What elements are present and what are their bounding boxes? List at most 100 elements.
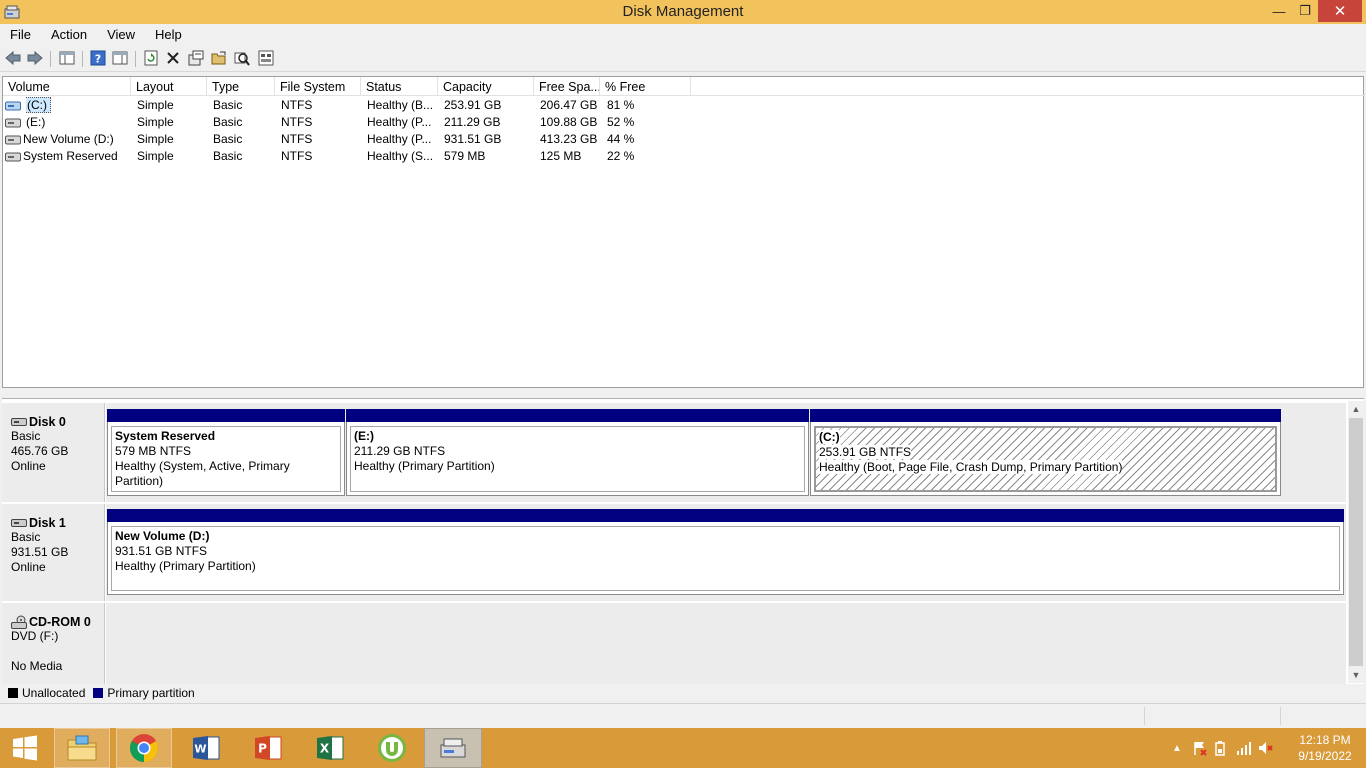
taskbar-file-explorer[interactable] — [54, 728, 110, 768]
column-header-percent-free[interactable]: % Free — [600, 77, 691, 96]
partition-size: 579 MB NTFS — [115, 444, 192, 458]
status-cell: Healthy (P... — [367, 132, 432, 146]
unallocated-swatch — [8, 688, 18, 698]
action-center-flag-icon[interactable] — [1192, 740, 1208, 756]
table-row[interactable]: (E:) Simple Basic NTFS Healthy (P... 211… — [3, 114, 703, 131]
free-space-cell: 413.23 GB — [540, 132, 598, 146]
forward-icon[interactable] — [26, 49, 44, 67]
taskbar-word[interactable]: W — [178, 728, 234, 768]
menu-view[interactable]: View — [97, 27, 145, 42]
help-icon[interactable]: ? — [89, 49, 107, 67]
maximize-button[interactable]: ❐ — [1290, 0, 1320, 22]
powerpoint-icon: P — [255, 736, 282, 760]
file-system-cell: NTFS — [281, 115, 313, 129]
taskbar-powerpoint[interactable]: P — [240, 728, 296, 768]
close-button[interactable]: ✕ — [1318, 0, 1362, 22]
disk-management-icon — [440, 738, 466, 758]
column-header-volume[interactable]: Volume — [3, 77, 131, 96]
table-row[interactable]: (C:) Simple Basic NTFS Healthy (B... 253… — [3, 97, 703, 114]
partition-size: 211.29 GB NTFS — [354, 444, 446, 458]
scroll-thumb[interactable] — [1349, 418, 1363, 666]
column-header-file-system[interactable]: File System — [275, 77, 361, 96]
type-cell: Basic — [213, 98, 243, 112]
show-hidden-icons-icon[interactable]: ▲ — [1168, 743, 1186, 754]
percent-free-cell: 52 % — [607, 115, 635, 129]
partition-c[interactable]: (C:) 253.91 GB NTFS Healthy (Boot, Page … — [810, 409, 1281, 496]
column-header-capacity[interactable]: Capacity — [438, 77, 534, 96]
show-hide-icon[interactable] — [111, 49, 129, 67]
taskbar-clock[interactable]: 12:18 PM 9/19/2022 — [1290, 732, 1360, 764]
legend-primary-partition: Primary partition — [107, 686, 195, 700]
taskbar-excel[interactable]: X — [302, 728, 358, 768]
disk-size: 465.76 GB — [11, 444, 69, 458]
disk-type: DVD (F:) — [11, 629, 59, 643]
volume-name: (C:) — [26, 97, 51, 113]
file-explorer-icon — [67, 735, 97, 761]
layout-cell: Simple — [137, 98, 174, 112]
menu-action[interactable]: Action — [41, 27, 97, 42]
partition-name: New Volume (D:) — [115, 529, 210, 543]
open-icon[interactable] — [210, 49, 228, 67]
properties-icon[interactable] — [187, 49, 205, 67]
refresh-icon[interactable] — [142, 49, 160, 67]
disk-size: 931.51 GB — [11, 545, 69, 559]
taskbar-disk-management[interactable] — [424, 728, 482, 768]
table-row[interactable]: System Reserved Simple Basic NTFS Health… — [3, 148, 703, 165]
file-system-cell: NTFS — [281, 149, 313, 163]
status-cell: Healthy (S... — [367, 149, 434, 163]
table-row[interactable]: New Volume (D:) Simple Basic NTFS Health… — [3, 131, 703, 148]
taskbar: W P X ▲ 12:18 PM 9/19/2022 — [0, 728, 1366, 768]
word-icon: W — [193, 736, 220, 760]
column-header-type[interactable]: Type — [207, 77, 275, 96]
percent-free-cell: 22 % — [607, 149, 635, 163]
cdrom-0-label[interactable]: CD-ROM 0 DVD (F:) No Media — [2, 603, 105, 685]
partition-e[interactable]: (E:) 211.29 GB NTFS Healthy (Primary Par… — [346, 409, 809, 496]
disk-type: Basic — [11, 429, 41, 443]
partition-d[interactable]: New Volume (D:) 931.51 GB NTFS Healthy (… — [107, 509, 1344, 595]
disk-0-label[interactable]: Disk 0 Basic 465.76 GB Online — [2, 403, 105, 502]
clock-date: 9/19/2022 — [1298, 749, 1352, 763]
disk-1-label[interactable]: Disk 1 Basic 931.51 GB Online — [2, 504, 105, 601]
scroll-up-arrow-icon[interactable]: ▲ — [1348, 401, 1364, 417]
taskbar-chrome[interactable] — [116, 728, 172, 768]
scroll-down-arrow-icon[interactable]: ▼ — [1348, 667, 1364, 683]
partition-system-reserved[interactable]: System Reserved 579 MB NTFS Healthy (Sys… — [107, 409, 345, 496]
window-title: Disk Management — [622, 3, 744, 20]
column-header-layout[interactable]: Layout — [131, 77, 207, 96]
delete-icon[interactable] — [164, 49, 182, 67]
disk-type: Basic — [11, 530, 41, 544]
battery-icon[interactable] — [1214, 740, 1230, 756]
column-header-status[interactable]: Status — [361, 77, 438, 96]
layout-cell: Simple — [137, 149, 174, 163]
cdrom-0-strip — [106, 603, 1346, 685]
primary-partition-bar — [810, 409, 1281, 422]
capacity-cell: 211.29 GB — [444, 115, 501, 129]
volume-list-header: Volume Layout Type File System Status Ca… — [3, 77, 1365, 96]
back-icon[interactable] — [4, 49, 22, 67]
volume-muted-icon[interactable] — [1258, 740, 1274, 756]
layout-cell: Simple — [137, 132, 174, 146]
partition-status: Healthy (Primary Partition) — [115, 559, 256, 573]
partition-status: Healthy (Boot, Page File, Crash Dump, Pr… — [819, 460, 1123, 474]
start-button[interactable] — [0, 728, 50, 768]
menu-file[interactable]: File — [0, 27, 41, 42]
taskbar-utorrent[interactable] — [364, 728, 420, 768]
settings-icon[interactable] — [257, 49, 275, 67]
disk-view-scrollbar[interactable]: ▲ ▼ — [1348, 401, 1364, 683]
disk-state: Online — [11, 560, 46, 574]
toolbar: ? — [0, 44, 1366, 72]
volume-name: New Volume (D:) — [23, 132, 114, 146]
volume-list[interactable]: Volume Layout Type File System Status Ca… — [2, 76, 1365, 388]
network-icon[interactable] — [1236, 740, 1252, 756]
file-system-cell: NTFS — [281, 98, 313, 112]
explore-icon[interactable] — [233, 49, 251, 67]
primary-partition-bar — [346, 409, 809, 422]
menu-help[interactable]: Help — [145, 27, 192, 42]
utorrent-icon — [378, 734, 406, 762]
svg-text:X: X — [320, 742, 330, 756]
primary-partition-bar — [107, 509, 1344, 522]
disk-name: CD-ROM 0 — [29, 615, 91, 629]
console-tree-icon[interactable] — [58, 49, 76, 67]
pane-splitter[interactable] — [0, 390, 1366, 396]
column-header-free-space[interactable]: Free Spa... — [534, 77, 600, 96]
